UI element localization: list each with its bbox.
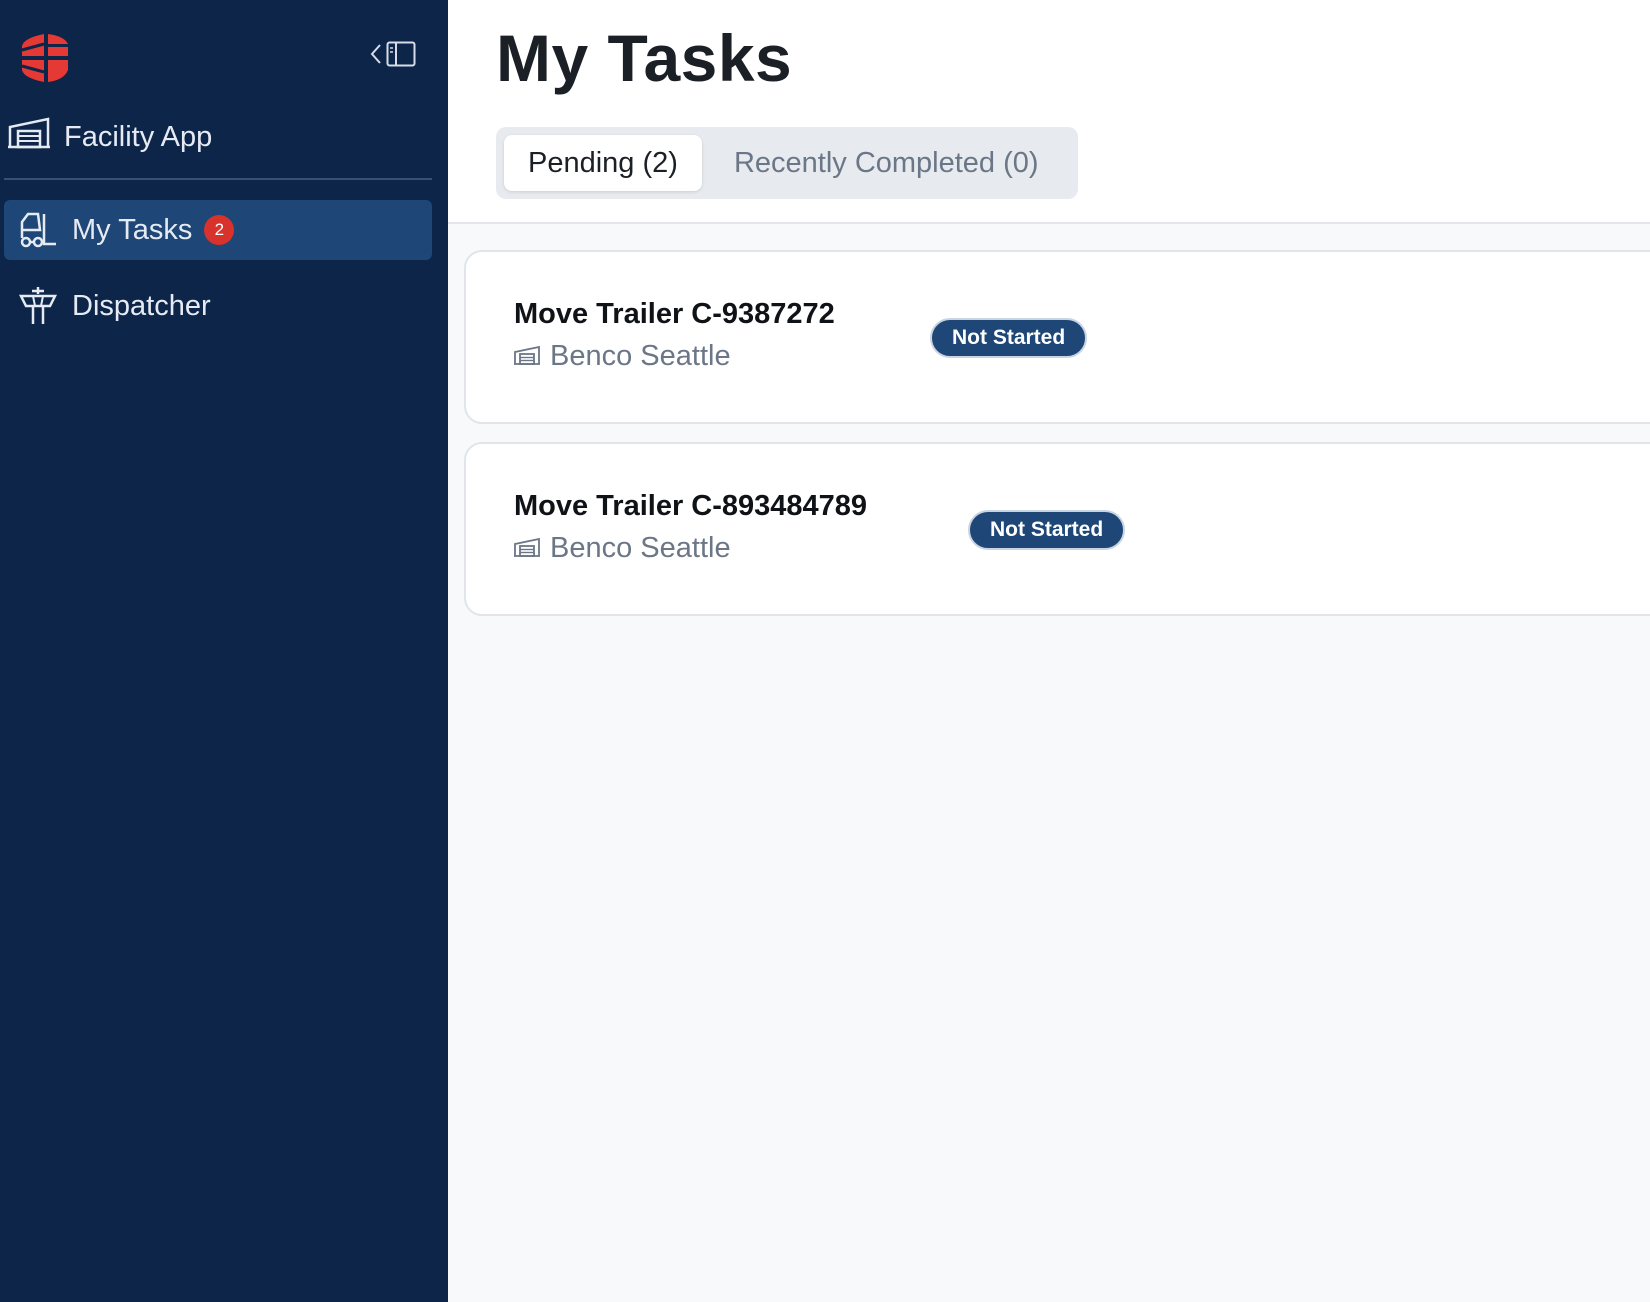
- chevron-left-icon: [370, 43, 382, 70]
- task-title: Move Trailer C-893484789: [514, 490, 868, 522]
- status-badge: Not Started: [968, 510, 1126, 550]
- sidebar-collapse-button[interactable]: [370, 40, 426, 72]
- status-badge: Not Started: [930, 318, 1088, 358]
- warehouse-icon: [514, 340, 540, 373]
- warehouse-icon: [514, 532, 540, 565]
- facility-name: Benco Seattle: [550, 532, 731, 564]
- control-tower-icon: [18, 286, 58, 326]
- page-header: My Tasks Pending (2) Recently Completed …: [448, 0, 1650, 224]
- sidebar-panel-icon: [386, 41, 416, 72]
- forklift-icon: [18, 210, 58, 250]
- task-tabs: Pending (2) Recently Completed (0): [496, 127, 1078, 199]
- task-title: Move Trailer C-9387272: [514, 298, 835, 330]
- task-card[interactable]: Move Trailer C-893484789 Benco Seattle N…: [464, 442, 1650, 616]
- task-facility: Benco Seattle: [514, 532, 731, 565]
- task-card[interactable]: Move Trailer C-9387272 Benco Seattle Not…: [464, 250, 1650, 424]
- sidebar-item-label: Dispatcher: [72, 289, 211, 322]
- warehouse-icon: [8, 117, 50, 157]
- main-content: My Tasks Pending (2) Recently Completed …: [448, 0, 1650, 1302]
- sidebar-item-dispatcher[interactable]: Dispatcher: [4, 276, 432, 336]
- page-title: My Tasks: [496, 21, 793, 95]
- facility-name: Benco Seattle: [550, 340, 731, 372]
- brand-logo-icon[interactable]: [18, 32, 70, 84]
- sidebar-item-my-tasks[interactable]: My Tasks 2: [4, 200, 432, 260]
- app-name: Facility App: [64, 120, 213, 153]
- tab-pending[interactable]: Pending (2): [504, 135, 702, 191]
- sidebar-item-label: My Tasks: [72, 213, 193, 246]
- task-count-badge: 2: [204, 215, 235, 245]
- app-switcher[interactable]: Facility App: [8, 112, 212, 162]
- tab-recently-completed[interactable]: Recently Completed (0): [710, 135, 1063, 191]
- sidebar: Facility App My Tasks 2 Dispatcher: [0, 0, 448, 1302]
- task-facility: Benco Seattle: [514, 340, 731, 373]
- sidebar-divider: [4, 178, 432, 180]
